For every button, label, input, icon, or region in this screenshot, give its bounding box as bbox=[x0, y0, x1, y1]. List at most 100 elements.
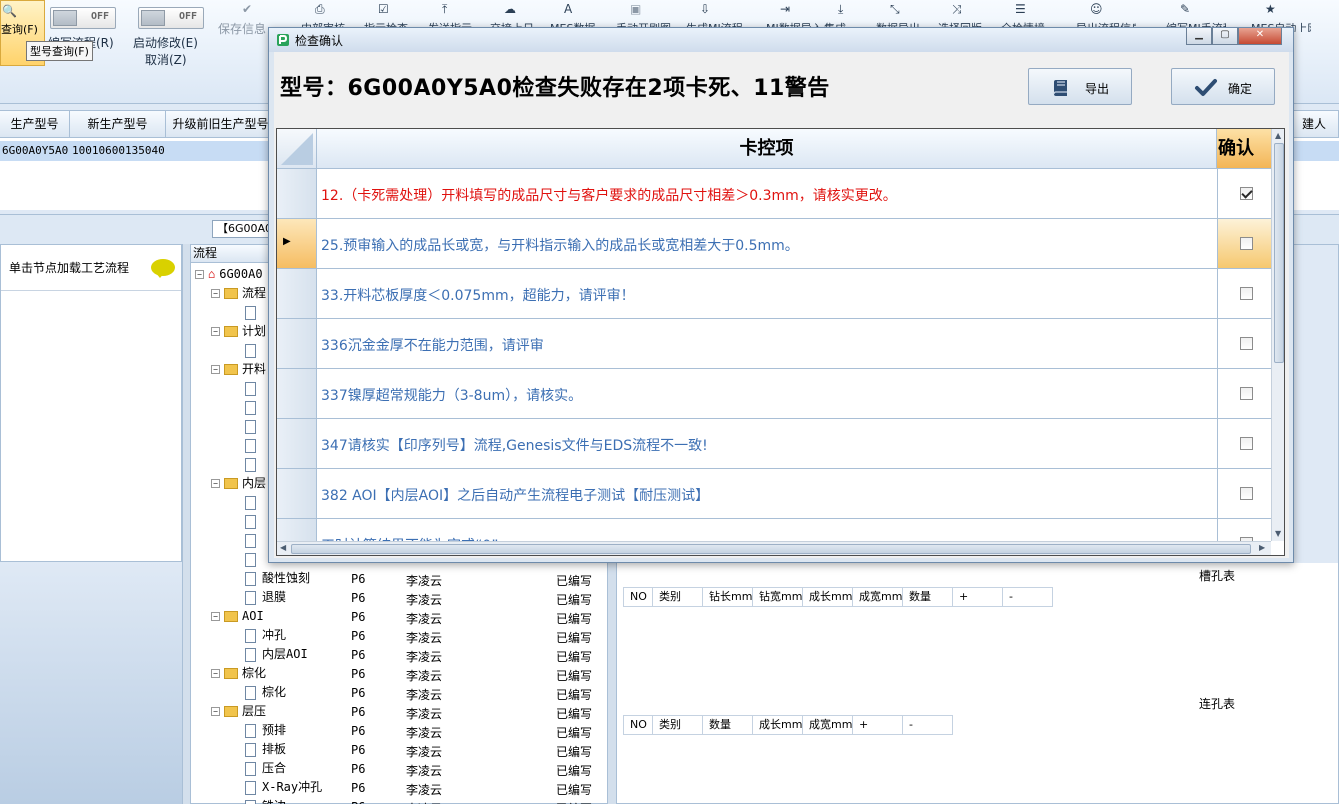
tree-leaf[interactable] bbox=[245, 379, 262, 398]
check-row[interactable]: 382 AOI【内层AOI】之后自动产生流程电子测试【耐压测试】 bbox=[277, 469, 1271, 519]
check-row[interactable]: 347请核实【印序列号】流程,Genesis文件与EDS流程不一致! bbox=[277, 419, 1271, 469]
grid-column-header[interactable]: 成宽mm bbox=[853, 587, 903, 607]
shuffle-icon[interactable]: ⤨选择回版 bbox=[938, 2, 982, 32]
row-selector[interactable] bbox=[277, 369, 317, 418]
tree-leaf[interactable]: 冲孔 bbox=[245, 626, 286, 645]
print-icon[interactable]: ⎙内部审核 bbox=[301, 2, 345, 32]
minimize-button[interactable]: ▁ bbox=[1186, 28, 1212, 45]
tree-leaf[interactable] bbox=[245, 303, 262, 322]
tree-leaf[interactable]: X-Ray冲孔 bbox=[245, 778, 322, 797]
scroll-up-icon[interactable]: ▲ bbox=[1275, 131, 1281, 140]
confirm-checkbox[interactable] bbox=[1240, 487, 1253, 500]
tree-leaf[interactable]: 压合 bbox=[245, 759, 286, 778]
download-icon[interactable]: ⤓集成 bbox=[824, 2, 846, 32]
grid-column-header[interactable]: + bbox=[953, 587, 1003, 607]
tree-leaf[interactable]: 棕化 bbox=[245, 683, 286, 702]
tree-group[interactable]: − 流程 bbox=[211, 284, 266, 303]
panel-splitter[interactable] bbox=[182, 244, 190, 804]
tree-group[interactable]: − 开料 bbox=[211, 360, 266, 379]
export-button[interactable]: 导出 bbox=[1028, 68, 1132, 105]
grid-column-header[interactable]: 类别 bbox=[653, 715, 703, 735]
col-new-model[interactable]: 新生产型号 bbox=[70, 111, 166, 138]
row-selector[interactable]: ▶ bbox=[277, 219, 317, 268]
grid-column-header[interactable]: 成长mm bbox=[803, 587, 853, 607]
collapse-icon[interactable]: − bbox=[211, 612, 220, 621]
checklist-icon[interactable]: ☑指示检查 bbox=[364, 2, 408, 32]
collapse-icon[interactable]: − bbox=[211, 289, 220, 298]
select-all-corner[interactable] bbox=[277, 129, 317, 169]
ok-button[interactable]: 确定 bbox=[1171, 68, 1275, 105]
grid-column-header[interactable]: 成宽mm bbox=[803, 715, 853, 735]
tree-group[interactable]: − 层压 bbox=[211, 702, 266, 721]
tree-leaf[interactable] bbox=[245, 417, 262, 436]
tree-leaf[interactable]: 酸性蚀刻 bbox=[245, 569, 310, 588]
import-icon[interactable]: ⇥MI数据导入 bbox=[766, 2, 823, 32]
check-row[interactable]: ▶ 25.预审输入的成品长或宽，与开料指示输入的成品长或宽相差大于0.5mm。 bbox=[277, 219, 1271, 269]
grid-column-header[interactable]: 钻宽mm bbox=[753, 587, 803, 607]
confirm-checkbox[interactable] bbox=[1240, 437, 1253, 450]
grid-column-header[interactable]: NO bbox=[623, 715, 653, 735]
check-row[interactable]: 33.开料芯板厚度＜0.075mm，超能力，请评审！ bbox=[277, 269, 1271, 319]
tree-leaf[interactable] bbox=[245, 550, 262, 569]
row-selector[interactable] bbox=[277, 319, 317, 368]
tree-group[interactable]: − 棕化 bbox=[211, 664, 266, 683]
col-confirm[interactable]: 确认 bbox=[1217, 129, 1271, 169]
flow-icon[interactable]: ⇩生成MI流程 bbox=[686, 2, 743, 32]
collapse-icon[interactable]: − bbox=[211, 479, 220, 488]
collapse-icon[interactable]: − bbox=[211, 707, 220, 716]
maximize-button[interactable]: ▢ bbox=[1212, 28, 1238, 45]
collapse-icon[interactable]: − bbox=[211, 669, 220, 678]
tab-model[interactable]: 【6G00A0 bbox=[212, 220, 274, 238]
tree-leaf[interactable]: 内层AOI bbox=[245, 645, 308, 664]
tree-leaf[interactable] bbox=[245, 455, 262, 474]
cloud-icon[interactable]: ☁交接上日 bbox=[490, 2, 534, 32]
smile-icon[interactable]: ☺导出流程信息 bbox=[1076, 2, 1136, 32]
close-button[interactable]: ✕ bbox=[1238, 28, 1282, 45]
confirm-checkbox[interactable] bbox=[1240, 187, 1253, 200]
confirm-checkbox[interactable] bbox=[1240, 387, 1253, 400]
tree-group[interactable]: − 内层 bbox=[211, 474, 266, 493]
collapse-icon[interactable]: − bbox=[195, 270, 204, 279]
star-icon[interactable]: ★MES自动上网 bbox=[1251, 2, 1311, 32]
tree-group[interactable]: − AOI bbox=[211, 607, 264, 626]
start-edit-toggle[interactable]: OFF bbox=[138, 7, 204, 29]
tree-leaf[interactable] bbox=[245, 531, 262, 550]
horizontal-scrollbar[interactable]: ◀ ▶ bbox=[277, 541, 1271, 555]
scroll-down-icon[interactable]: ▼ bbox=[1275, 529, 1281, 538]
confirm-checkbox[interactable] bbox=[1240, 287, 1253, 300]
scroll-left-icon[interactable]: ◀ bbox=[280, 543, 286, 552]
tree-leaf[interactable]: 排板 bbox=[245, 740, 286, 759]
confirm-checkbox[interactable] bbox=[1240, 237, 1253, 250]
col-old-model[interactable]: 升级前旧生产型号 bbox=[166, 111, 276, 138]
write-flow-toggle[interactable]: OFF bbox=[50, 7, 116, 29]
vertical-scrollbar[interactable]: ▲ ▼ bbox=[1271, 129, 1284, 541]
tree-leaf[interactable]: 退膜 bbox=[245, 588, 286, 607]
confirm-checkbox[interactable] bbox=[1240, 337, 1253, 350]
grid-column-header[interactable]: NO bbox=[623, 587, 653, 607]
grid-column-header[interactable]: 钻长mm bbox=[703, 587, 753, 607]
image-icon[interactable]: ▣手动开刷图 bbox=[616, 2, 671, 32]
check-row[interactable]: 336沉金金厚不在能力范围，请评审 bbox=[277, 319, 1271, 369]
grid-column-header[interactable]: 成长mm bbox=[753, 715, 803, 735]
collapse-icon[interactable]: − bbox=[211, 327, 220, 336]
tree-leaf[interactable] bbox=[245, 436, 262, 455]
tree-leaf[interactable] bbox=[245, 341, 262, 360]
col-model[interactable]: 生产型号 bbox=[0, 111, 70, 138]
text-icon[interactable]: AMES数据 bbox=[550, 2, 595, 32]
check-row[interactable]: 12.（卡死需处理）开料填写的成品尺寸与客户要求的成品尺寸相差＞0.3mm，请核… bbox=[277, 169, 1271, 219]
tree-leaf[interactable] bbox=[245, 398, 262, 417]
tree-leaf[interactable] bbox=[245, 493, 262, 512]
grid-column-header[interactable]: - bbox=[1003, 587, 1053, 607]
tree-root[interactable]: − ⌂ 6G00A0 bbox=[195, 265, 263, 284]
row-selector[interactable] bbox=[277, 419, 317, 468]
list-icon[interactable]: ☰全检情境 bbox=[1001, 2, 1045, 32]
tree-leaf[interactable] bbox=[245, 512, 262, 531]
check-row[interactable]: 337镍厚超常规能力（3-8um），请核实。 bbox=[277, 369, 1271, 419]
row-selector[interactable] bbox=[277, 169, 317, 218]
tree-group[interactable]: − 计划 bbox=[211, 322, 266, 341]
tree-leaf[interactable]: 预排 bbox=[245, 721, 286, 740]
collapse-icon[interactable]: − bbox=[211, 365, 220, 374]
scroll-thumb[interactable] bbox=[1274, 143, 1284, 363]
upload-icon[interactable]: ⤒发送指示 bbox=[428, 2, 472, 32]
grid-column-header[interactable]: 数量 bbox=[903, 587, 953, 607]
